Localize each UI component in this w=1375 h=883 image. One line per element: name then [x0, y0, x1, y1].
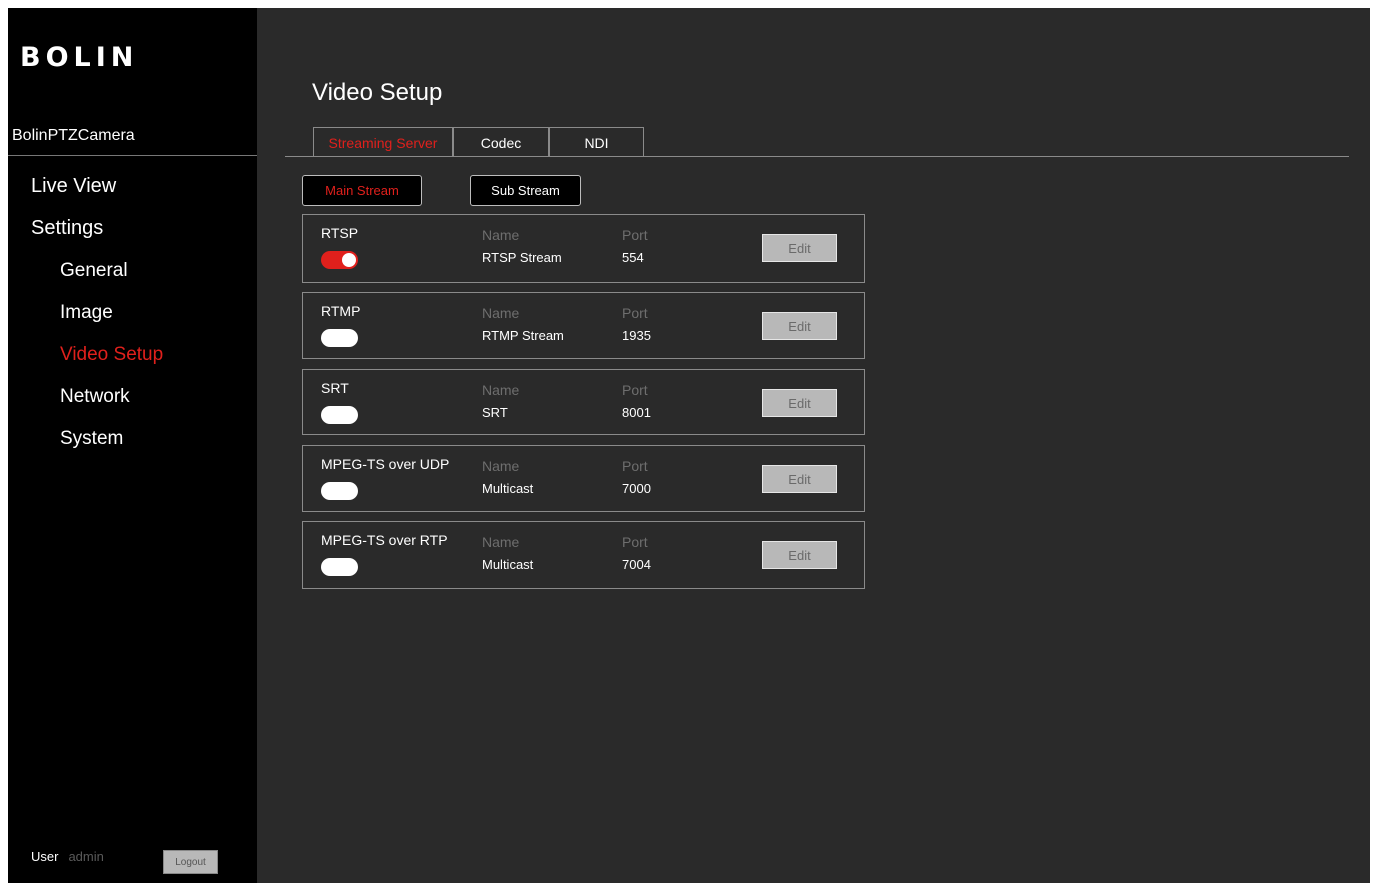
- stream-name-value: SRT: [482, 405, 508, 420]
- nav-system[interactable]: System: [60, 428, 123, 450]
- port-value: 7004: [622, 557, 651, 572]
- protocol-name: MPEG-TS over RTP: [321, 532, 448, 548]
- protocol-name: SRT: [321, 380, 349, 396]
- user-label: User: [31, 849, 59, 864]
- app-frame: BOLIN BolinPTZCamera Live View Settings …: [8, 8, 1370, 883]
- nav-image[interactable]: Image: [60, 302, 113, 324]
- rtmp-enable-toggle[interactable]: [321, 329, 358, 347]
- port-label: Port: [622, 458, 648, 474]
- port-label: Port: [622, 305, 648, 321]
- protocol-card-mpegts-rtp: MPEG-TS over RTP Name Multicast Port 700…: [302, 521, 865, 589]
- user-info: User admin: [31, 849, 104, 864]
- sub-stream-button[interactable]: Sub Stream: [470, 175, 581, 206]
- port-value: 1935: [622, 328, 651, 343]
- tab-codec[interactable]: Codec: [453, 127, 549, 157]
- protocol-card-mpegts-udp: MPEG-TS over UDP Name Multicast Port 700…: [302, 445, 865, 512]
- name-label: Name: [482, 382, 520, 398]
- port-value: 554: [622, 250, 644, 265]
- name-label: Name: [482, 305, 520, 321]
- tab-ndi[interactable]: NDI: [549, 127, 644, 157]
- edit-button[interactable]: Edit: [762, 312, 837, 340]
- device-name: BolinPTZCamera: [12, 127, 135, 144]
- srt-enable-toggle[interactable]: [321, 406, 358, 424]
- rtsp-enable-toggle[interactable]: [321, 251, 358, 269]
- tab-streaming-server[interactable]: Streaming Server: [313, 127, 453, 157]
- protocol-name: RTSP: [321, 225, 359, 241]
- port-label: Port: [622, 382, 648, 398]
- protocol-card-srt: SRT Name SRT Port 8001 Edit: [302, 369, 865, 435]
- page-title: Video Setup: [312, 79, 443, 106]
- stream-name-value: Multicast: [482, 481, 534, 496]
- mpegts-udp-enable-toggle[interactable]: [321, 482, 358, 500]
- protocol-name: RTMP: [321, 303, 361, 319]
- port-label: Port: [622, 534, 648, 550]
- nav-live-view[interactable]: Live View: [31, 175, 116, 198]
- protocol-card-rtmp: RTMP Name RTMP Stream Port 1935 Edit: [302, 292, 865, 359]
- name-label: Name: [482, 534, 520, 550]
- sidebar-divider: [8, 155, 257, 156]
- stream-name-value: RTSP Stream: [482, 250, 562, 265]
- mpegts-rtp-enable-toggle[interactable]: [321, 558, 358, 576]
- sidebar: BOLIN BolinPTZCamera Live View Settings …: [8, 8, 257, 883]
- name-label: Name: [482, 227, 520, 243]
- user-name: admin: [68, 849, 104, 864]
- bolin-logo: BOLIN: [20, 42, 139, 73]
- nav-network[interactable]: Network: [60, 386, 130, 408]
- edit-button[interactable]: Edit: [762, 541, 837, 569]
- edit-button[interactable]: Edit: [762, 465, 837, 493]
- protocol-card-rtsp: RTSP Name RTSP Stream Port 554 Edit: [302, 214, 865, 283]
- edit-button[interactable]: Edit: [762, 389, 837, 417]
- nav-settings[interactable]: Settings: [31, 217, 103, 240]
- port-value: 7000: [622, 481, 651, 496]
- stream-name-value: Multicast: [482, 557, 534, 572]
- protocol-name: MPEG-TS over UDP: [321, 456, 450, 472]
- nav-general[interactable]: General: [60, 260, 128, 282]
- tabs-underline: [285, 156, 1349, 157]
- logout-button[interactable]: Logout: [163, 850, 218, 874]
- name-label: Name: [482, 458, 520, 474]
- nav-video-setup[interactable]: Video Setup: [60, 344, 163, 366]
- main-stream-button[interactable]: Main Stream: [302, 175, 422, 206]
- edit-button[interactable]: Edit: [762, 234, 837, 262]
- port-value: 8001: [622, 405, 651, 420]
- port-label: Port: [622, 227, 648, 243]
- stream-name-value: RTMP Stream: [482, 328, 564, 343]
